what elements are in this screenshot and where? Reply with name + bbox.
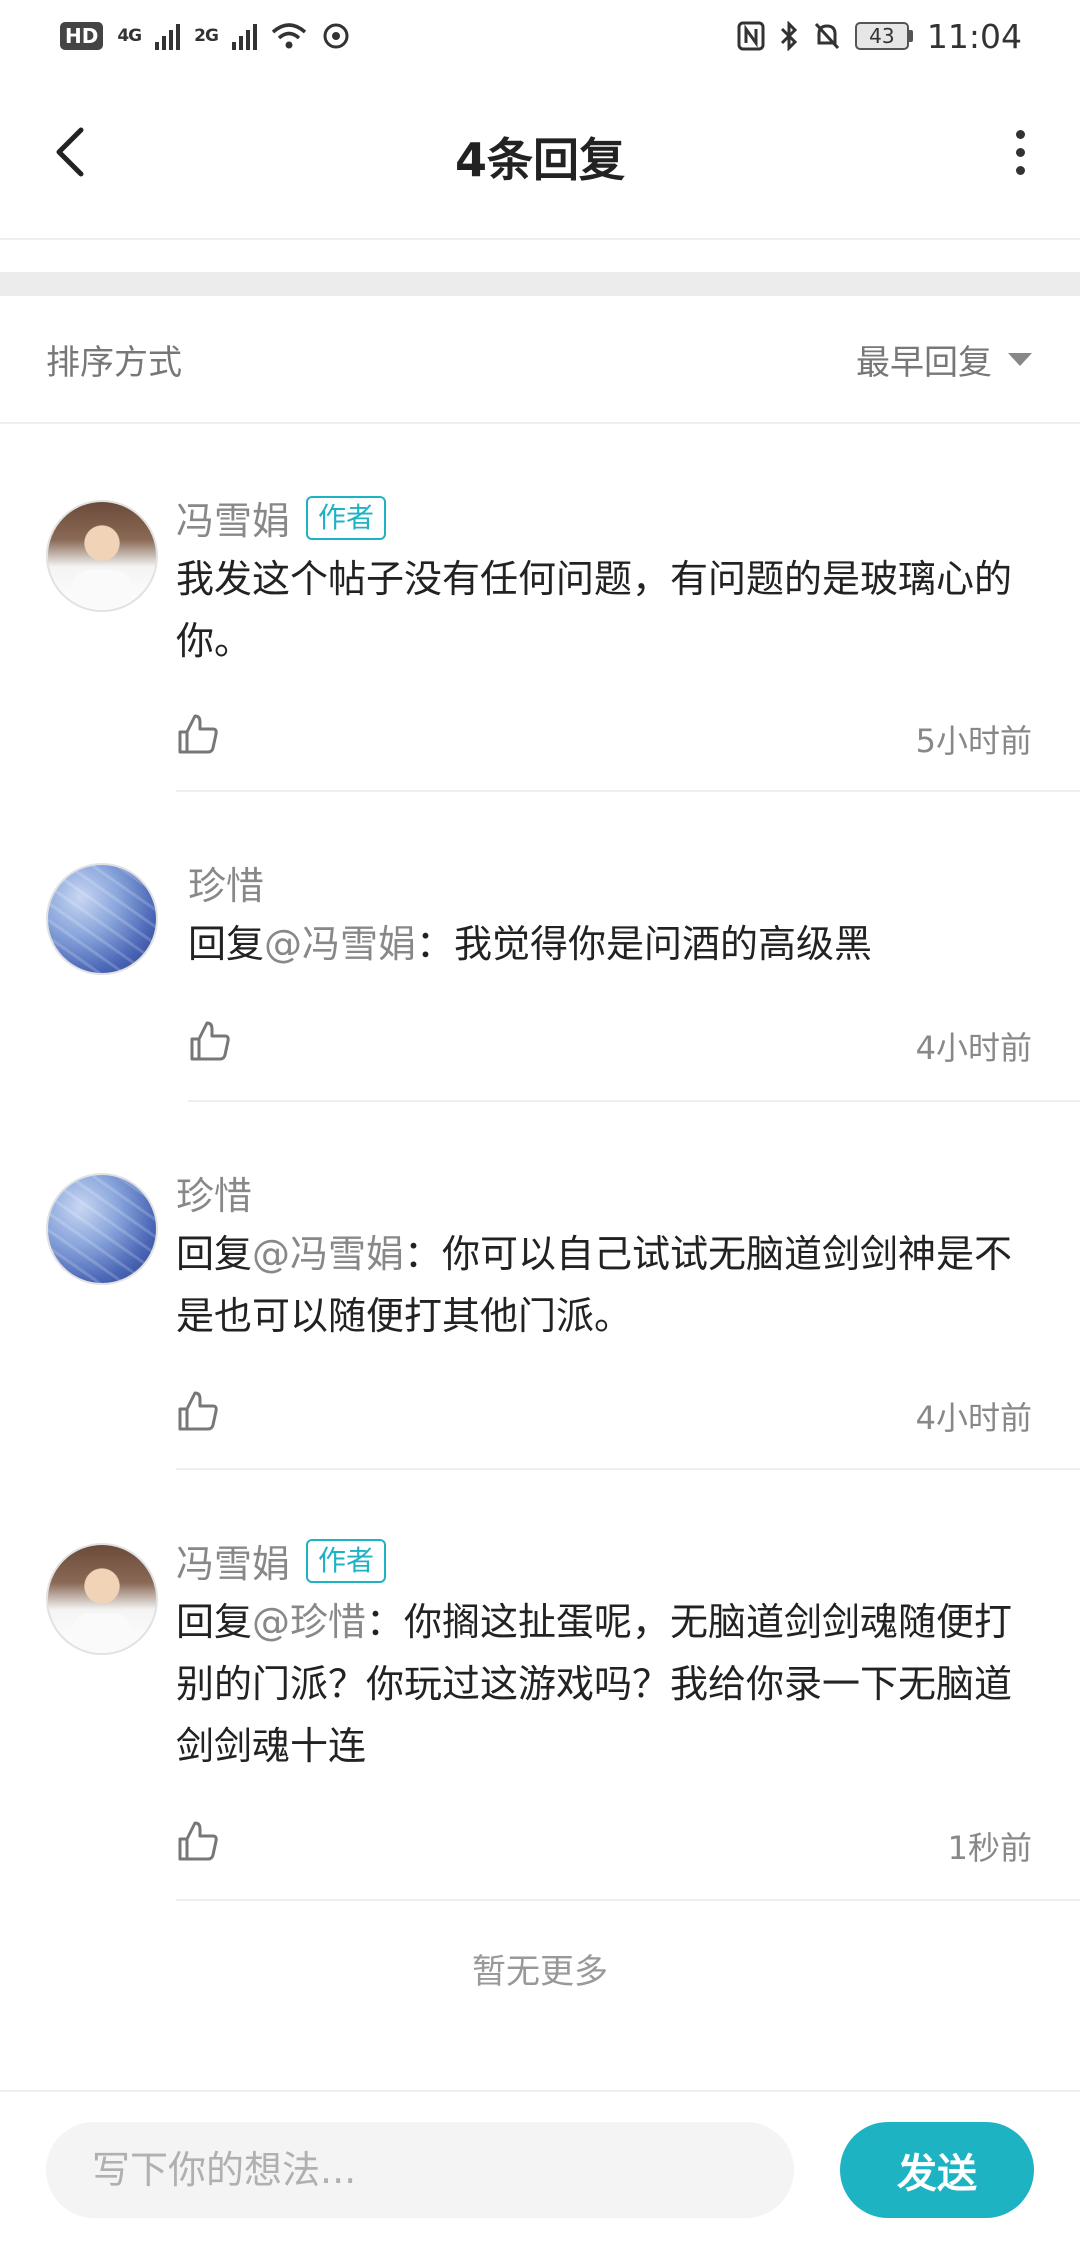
section-divider: [0, 272, 1080, 296]
mention-link[interactable]: @冯雪娟: [264, 922, 416, 966]
comment-item: 珍惜 回复@冯雪娟：我觉得你是问酒的高级黑 4小时前: [0, 855, 1080, 1102]
comment-divider: [188, 1100, 1080, 1102]
avatar[interactable]: [46, 500, 158, 612]
comment-header: 珍惜: [176, 1165, 252, 1220]
reply-input-bar: 发送: [0, 2090, 1080, 2244]
hd-indicator: HD: [60, 22, 104, 50]
sort-dropdown[interactable]: 最早回复: [856, 335, 1032, 384]
reply-prefix: 回复: [176, 1232, 253, 1276]
thumbs-up-icon[interactable]: [188, 1019, 232, 1063]
thumbs-up-icon[interactable]: [176, 712, 220, 756]
signal-icon-2: [231, 22, 257, 50]
commenter-name[interactable]: 冯雪娟: [176, 490, 290, 545]
avatar[interactable]: [46, 1173, 158, 1285]
comment-divider: [176, 1468, 1080, 1470]
network-type-1: 4G: [117, 26, 142, 46]
more-options-button[interactable]: [1000, 122, 1040, 182]
comment-item: 冯雪娟 作者 回复@珍惜：你搁这扯蛋呢，无脑道剑剑魂随便打别的门派？你玩过这游戏…: [0, 1533, 1080, 1901]
thumbs-up-icon[interactable]: [176, 1389, 220, 1433]
comment-body: 我发这个帖子没有任何问题，有问题的是玻璃心的你。: [176, 557, 1013, 663]
network-type-2: 2G: [194, 26, 219, 46]
caret-down-icon: [1008, 352, 1032, 366]
clock: 11:04: [926, 16, 1022, 56]
comment-item: 珍惜 回复@冯雪娟：你可以自己试试无脑道剑剑神是不是也可以随便打其他门派。 4小…: [0, 1165, 1080, 1470]
comment-divider: [176, 1899, 1080, 1901]
nfc-icon: [737, 21, 765, 51]
send-button[interactable]: 发送: [840, 2122, 1034, 2218]
commenter-name[interactable]: 冯雪娟: [176, 1533, 290, 1588]
author-badge: 作者: [306, 495, 387, 540]
avatar[interactable]: [46, 1543, 158, 1655]
page-title: 4条回复: [454, 133, 625, 187]
comment-text: 回复@冯雪娟：你可以自己试试无脑道剑剑神是不是也可以随便打其他门派。: [176, 1223, 1036, 1347]
battery-icon: 43: [854, 22, 913, 50]
comment-item: 冯雪娟 作者 我发这个帖子没有任何问题，有问题的是玻璃心的你。 5小时前: [0, 490, 1080, 792]
comment-time: 4小时前: [915, 1399, 1032, 1437]
more-dots-icon: [1015, 129, 1025, 139]
signal-icon: [155, 22, 181, 50]
sort-selected-value: 最早回复: [856, 342, 992, 383]
comment-header: 冯雪娟 作者: [176, 1533, 387, 1588]
mute-bell-icon: [814, 22, 839, 50]
bluetooth-icon: [780, 21, 798, 51]
comment-header: 珍惜: [188, 855, 264, 910]
sort-label: 排序方式: [46, 342, 182, 383]
status-bar: HD 4G 2G 43 11:04: [0, 0, 1080, 72]
comment-time: 5小时前: [915, 722, 1032, 760]
thumbs-up-icon[interactable]: [176, 1819, 220, 1863]
comment-time: 4小时前: [915, 1029, 1032, 1067]
battery-level: 43: [854, 22, 909, 50]
reply-prefix: 回复: [188, 922, 265, 966]
comment-time: 1秒前: [947, 1829, 1032, 1867]
commenter-name[interactable]: 珍惜: [188, 855, 264, 910]
comment-text: 回复@珍惜：你搁这扯蛋呢，无脑道剑剑魂随便打别的门派？你玩过这游戏吗？我给你录一…: [176, 1591, 1036, 1777]
commenter-name[interactable]: 珍惜: [176, 1165, 252, 1220]
reply-prefix: 回复: [176, 1600, 253, 1644]
comment-header: 冯雪娟 作者: [176, 490, 387, 545]
author-badge: 作者: [306, 1538, 387, 1583]
app-header: 4条回复: [0, 72, 1080, 240]
avatar[interactable]: [46, 863, 158, 975]
sort-bar: 排序方式 最早回复: [0, 296, 1080, 424]
wifi-icon: [271, 23, 307, 49]
status-right: 43 11:04: [737, 17, 1022, 56]
status-left: HD 4G 2G: [60, 22, 351, 50]
comment-text: 我发这个帖子没有任何问题，有问题的是玻璃心的你。: [176, 548, 1036, 672]
mention-link[interactable]: @珍惜: [252, 1600, 366, 1644]
hotspot-icon: [323, 23, 349, 49]
comment-input[interactable]: [46, 2122, 794, 2218]
mention-link[interactable]: @冯雪娟: [252, 1232, 404, 1276]
comment-text: 回复@冯雪娟：我觉得你是问酒的高级黑: [188, 913, 1038, 975]
no-more-label: 暂无更多: [472, 1952, 608, 1992]
comment-body: ：我觉得你是问酒的高级黑: [416, 922, 873, 966]
comment-divider: [176, 790, 1080, 792]
